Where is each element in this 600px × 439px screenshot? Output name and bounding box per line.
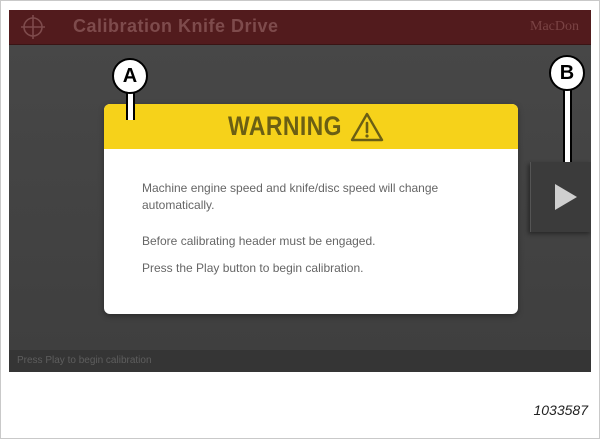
play-button[interactable] xyxy=(530,162,591,232)
warning-message-play: Press the Play button to begin calibrati… xyxy=(142,261,364,275)
status-text: Press Play to begin calibration xyxy=(17,355,152,366)
callout-a-leader xyxy=(126,93,135,120)
brand-logo: MacDon xyxy=(530,19,579,34)
status-bar: Press Play to begin calibration xyxy=(9,350,591,372)
play-icon xyxy=(554,184,577,210)
warning-dialog: WARNING Machine engine speed and knife/d… xyxy=(104,104,518,314)
warning-header: WARNING xyxy=(104,104,518,149)
warning-message-speed: Machine engine speed and knife/disc spee… xyxy=(142,181,439,212)
crosshair-icon xyxy=(21,15,45,39)
warning-title: WARNING xyxy=(228,111,342,141)
title-bar: Calibration Knife Drive MacDon xyxy=(9,10,591,45)
callout-a: A xyxy=(112,58,148,94)
figure-number: 1033587 xyxy=(533,402,588,418)
warning-triangle-icon xyxy=(350,112,384,142)
warning-message-engage: Before calibrating header must be engage… xyxy=(142,234,376,248)
callout-b: B xyxy=(549,55,585,91)
window-title: Calibration Knife Drive xyxy=(73,16,279,36)
callout-b-leader xyxy=(563,90,572,162)
